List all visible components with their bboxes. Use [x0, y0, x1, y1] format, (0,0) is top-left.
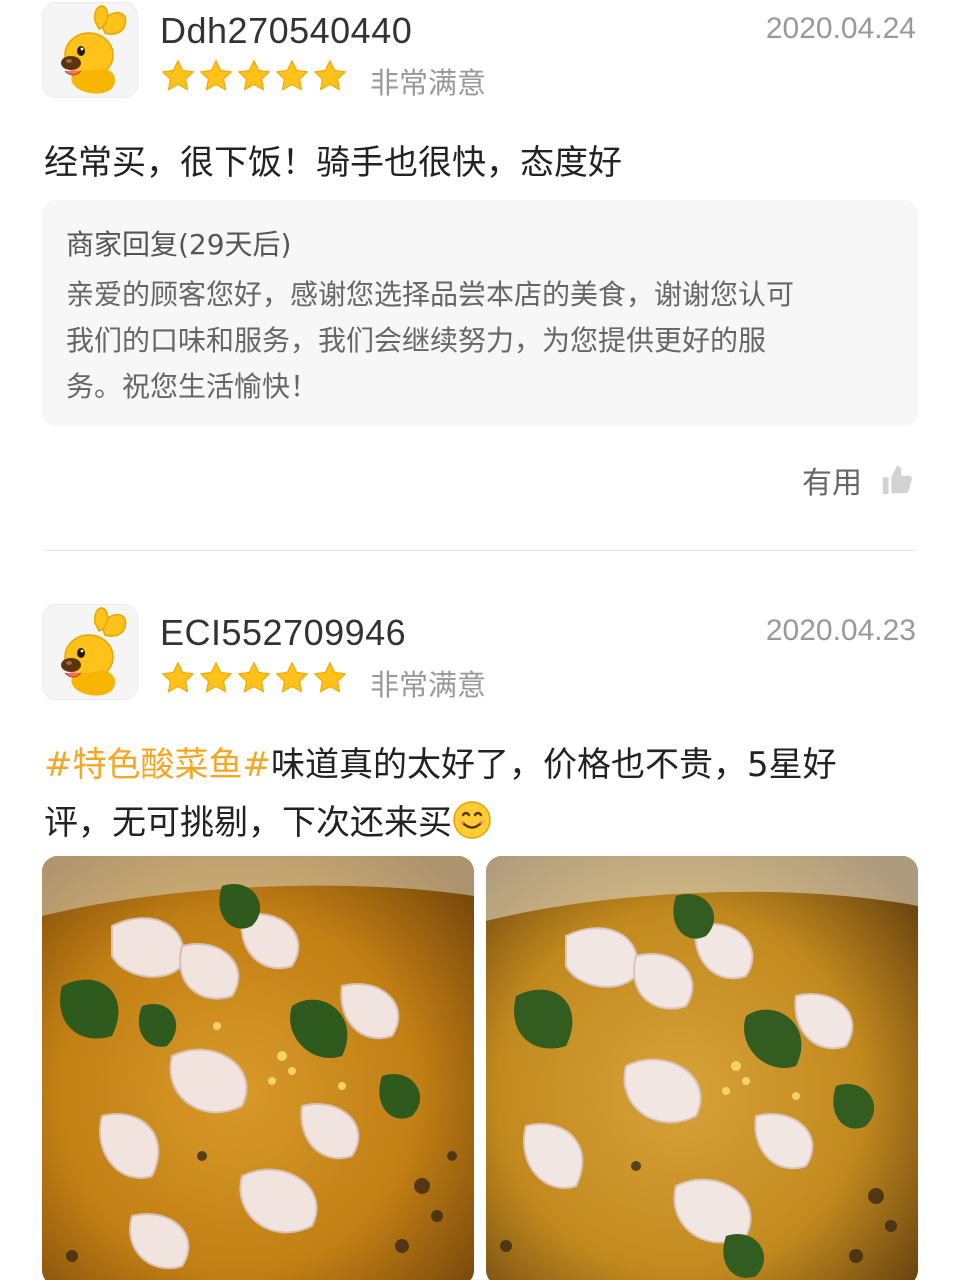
user-avatar[interactable] [42, 2, 138, 98]
star-icon [160, 58, 196, 94]
review-text: #特色酸菜鱼#味道真的太好了，价格也不贵，5星好 评，无可挑剔，下次还来买 [44, 736, 914, 852]
suancai-fish-photo [42, 856, 474, 1280]
merchant-reply: 商家回复(29天后) 亲爱的顾客您好，感谢您选择品尝本店的美食，谢谢您认可 我们… [42, 200, 918, 426]
star-rating [160, 660, 348, 696]
review-text: 经常买，很下饭！骑手也很快，态度好 [44, 143, 622, 183]
review-photo[interactable] [42, 856, 474, 1280]
satisfaction-label: 非常满意 [370, 668, 487, 702]
merchant-reply-line: 我们的口味和服务，我们会继续努力，为您提供更好的服 [66, 324, 767, 357]
thumbs-up-icon [880, 463, 914, 497]
merchant-reply-text: 亲爱的顾客您好，感谢您选择品尝本店的美食，谢谢您认可 我们的口味和服务，我们会继… [66, 272, 896, 410]
star-icon [312, 660, 348, 696]
review-photos [42, 856, 918, 1280]
review-date: 2020.04.23 [765, 614, 916, 647]
merchant-reply-line: 亲爱的顾客您好，感谢您选择品尝本店的美食，谢谢您认可 [66, 278, 795, 311]
merchant-reply-title: 商家回复(29天后) [66, 228, 292, 261]
review-text-line: 味道真的太好了，价格也不贵，5星好 [270, 745, 837, 785]
useful-label: 有用 [802, 466, 862, 501]
star-icon [312, 58, 348, 94]
merchant-reply-line: 务。祝您生活愉快！ [66, 370, 319, 403]
review-photo[interactable] [486, 856, 918, 1280]
user-avatar[interactable] [42, 604, 138, 700]
username: Ddh270540440 [160, 10, 413, 51]
kangaroo-avatar-icon [43, 3, 138, 98]
username: ECI552709946 [160, 612, 407, 653]
star-icon [236, 660, 272, 696]
star-icon [274, 58, 310, 94]
satisfaction-label: 非常满意 [370, 66, 487, 100]
useful-button[interactable]: 有用 [802, 458, 914, 502]
star-icon [274, 660, 310, 696]
kangaroo-avatar-icon [43, 605, 138, 700]
star-rating [160, 58, 348, 94]
smiling-face-emoji-icon [453, 801, 491, 839]
suancai-fish-photo [486, 856, 918, 1280]
star-icon [198, 660, 234, 696]
review-text-line: 评，无可挑剔，下次还来买 [44, 803, 452, 843]
divider [42, 550, 918, 551]
star-icon [198, 58, 234, 94]
hashtag-link[interactable]: #特色酸菜鱼# [44, 745, 271, 785]
review-date: 2020.04.24 [765, 12, 916, 45]
star-icon [236, 58, 272, 94]
star-icon [160, 660, 196, 696]
